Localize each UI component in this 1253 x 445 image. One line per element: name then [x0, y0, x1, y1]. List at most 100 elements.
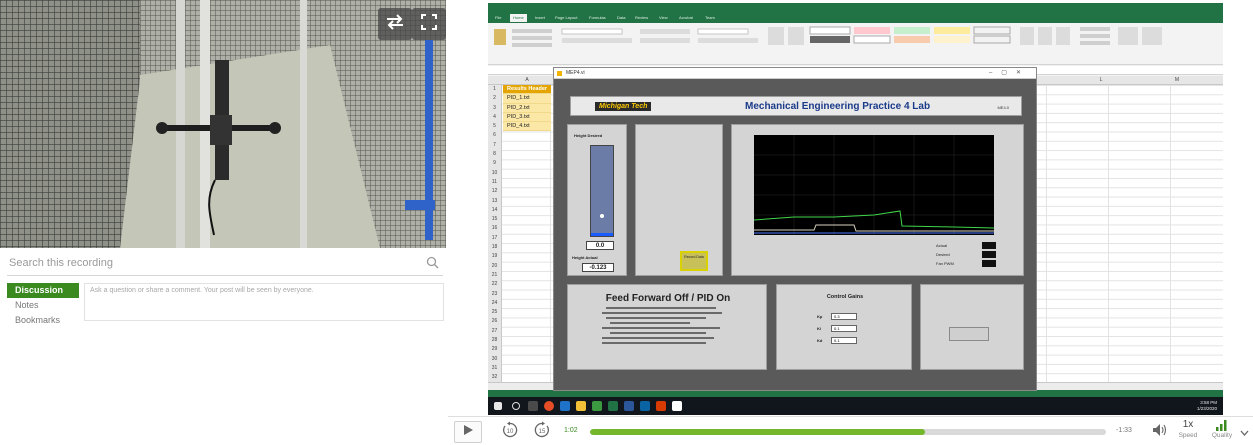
- side-tabs: Discussion Notes Bookmarks: [7, 283, 79, 328]
- row-number: 6: [493, 132, 496, 139]
- lab-title: Mechanical Engineering Practice 4 Lab: [745, 101, 931, 112]
- row-number: 2: [493, 95, 496, 102]
- row-number: 31: [491, 364, 498, 371]
- volume-icon: [1152, 423, 1168, 442]
- search-icon[interactable]: [512, 402, 520, 410]
- tab-notes[interactable]: Notes: [7, 298, 79, 313]
- height-panel: Height Desired 0.0 Height Actual -0.123: [567, 124, 627, 276]
- app-icon[interactable]: [640, 401, 650, 411]
- legend-item: Actual: [936, 241, 998, 250]
- play-button[interactable]: [454, 421, 482, 443]
- file-cell[interactable]: PID_1.txt: [503, 94, 551, 104]
- progress-bar[interactable]: [590, 429, 1106, 435]
- excel-tab: Home: [510, 14, 527, 22]
- gains-panel: Control Gains Kp 0.3 Ki 0.1 Kd 0.1: [776, 284, 912, 370]
- search-input[interactable]: [7, 252, 417, 274]
- kd-input[interactable]: 0.1: [831, 337, 857, 344]
- row-number: 20: [491, 262, 498, 269]
- search-bar: [7, 252, 443, 276]
- clock-date: 1/23/2020: [1196, 406, 1217, 411]
- folder-icon[interactable]: [576, 401, 586, 411]
- row-number: 28: [491, 337, 498, 344]
- file-cell[interactable]: PID_3.txt: [503, 112, 551, 123]
- gain-row-kp: Kp 0.3: [817, 313, 877, 321]
- record-data-button[interactable]: Record Data: [680, 251, 708, 271]
- row-number: 15: [491, 216, 498, 223]
- file-cell[interactable]: PID_2.txt: [503, 103, 551, 113]
- camera-video[interactable]: [0, 0, 446, 248]
- row-number: 30: [491, 355, 498, 362]
- stop-button[interactable]: [949, 327, 989, 341]
- row-number: 14: [491, 206, 498, 213]
- forward-15-button[interactable]: 15: [532, 421, 552, 443]
- rewind-10-button[interactable]: 10: [500, 421, 520, 443]
- slider-thumb[interactable]: [600, 214, 604, 219]
- row-number: 18: [491, 244, 498, 251]
- speed-control[interactable]: 1x Speed: [1174, 419, 1202, 440]
- excel-tab: Insert: [535, 15, 546, 20]
- excel-ribbon: [488, 23, 1223, 65]
- task-view-icon[interactable]: [528, 401, 538, 411]
- instruction-text-lines: [602, 307, 722, 344]
- height-desired-value[interactable]: 0.0: [586, 241, 614, 250]
- row-number: 16: [491, 225, 498, 232]
- word-icon[interactable]: [624, 401, 634, 411]
- labview-window-title: MEP4.vi: [566, 70, 585, 76]
- quality-control[interactable]: Quality: [1206, 419, 1238, 440]
- gain-row-kd: Kd 0.1: [817, 337, 877, 345]
- more-options-button[interactable]: [1238, 421, 1250, 443]
- tab-bookmarks[interactable]: Bookmarks: [7, 313, 79, 328]
- forward-15-icon: 15: [533, 421, 551, 444]
- lab-header: Michigan Tech Mechanical Engineering Pra…: [570, 96, 1022, 116]
- height-slider[interactable]: [590, 145, 614, 237]
- slider-fill: [591, 233, 613, 236]
- rewind-10-icon: 10: [501, 421, 519, 444]
- row-number: 7: [493, 141, 496, 148]
- volume-button[interactable]: [1150, 421, 1170, 443]
- kp-input[interactable]: 0.3: [831, 313, 857, 320]
- row-number: 29: [491, 346, 498, 353]
- excel-tab: Page Layout: [555, 15, 578, 20]
- fullscreen-icon: [420, 13, 438, 36]
- row-number: 3: [493, 104, 496, 111]
- mode-title: Feed Forward Off / PID On: [605, 293, 731, 304]
- gain-label: Kd: [817, 338, 823, 343]
- ki-input[interactable]: 0.1: [831, 325, 857, 332]
- window-controls[interactable]: –▢✕: [989, 69, 1030, 76]
- lab-version: ME4.0: [997, 105, 1009, 110]
- stop-panel: [920, 284, 1024, 370]
- excel-tab: Review: [635, 15, 649, 20]
- file-cell[interactable]: PID_4.txt: [503, 122, 551, 132]
- row-number: 13: [491, 197, 498, 204]
- labview-window[interactable]: MEP4.vi –▢✕ Michigan Tech Mechanical Eng…: [553, 67, 1037, 391]
- excel-tab: View: [659, 15, 668, 20]
- row-number: 22: [491, 281, 498, 288]
- tab-discussion[interactable]: Discussion: [7, 283, 79, 298]
- time-elapsed: 1:02: [564, 427, 578, 434]
- edge-icon[interactable]: [560, 401, 570, 411]
- excel-ribbon-tabs: File Home Insert Page Layout Formulas Da…: [488, 12, 1223, 23]
- screen-recording: File Home Insert Page Layout Formulas Da…: [488, 3, 1223, 415]
- swap-view-button[interactable]: [378, 8, 412, 40]
- recording-viewer: Discussion Notes Bookmarks Ask a questio…: [0, 0, 1253, 445]
- excel-icon[interactable]: [608, 401, 618, 411]
- excel-tab: File: [495, 15, 502, 20]
- powerpoint-icon[interactable]: [656, 401, 666, 411]
- fullscreen-button[interactable]: [412, 8, 446, 40]
- search-icon[interactable]: [426, 256, 439, 274]
- excel-tab: Formulas: [589, 15, 606, 20]
- excel-row-numbers: 1 2 3 4 5 6 7 8 9 10 11 12 13 14 15 16 17 18 19 20 21 22 23 24 2…: [488, 85, 502, 382]
- app-icon[interactable]: [592, 401, 602, 411]
- row-number: 26: [491, 318, 498, 325]
- excel-title-bar: [488, 3, 1223, 12]
- row-number: 21: [491, 271, 498, 278]
- labview-app-icon: [557, 71, 562, 76]
- header-cell[interactable]: Results Header: [503, 85, 551, 95]
- swap-arrows-icon: [385, 13, 405, 36]
- comment-input[interactable]: Ask a question or share a comment. Your …: [84, 283, 444, 321]
- windows-start-icon[interactable]: [494, 402, 502, 410]
- legend-swatch: [982, 260, 996, 267]
- taskbar-clock[interactable]: 3:58 PM 1/23/2020: [1197, 400, 1217, 412]
- labview-icon[interactable]: [672, 401, 682, 411]
- chrome-icon[interactable]: [544, 401, 554, 411]
